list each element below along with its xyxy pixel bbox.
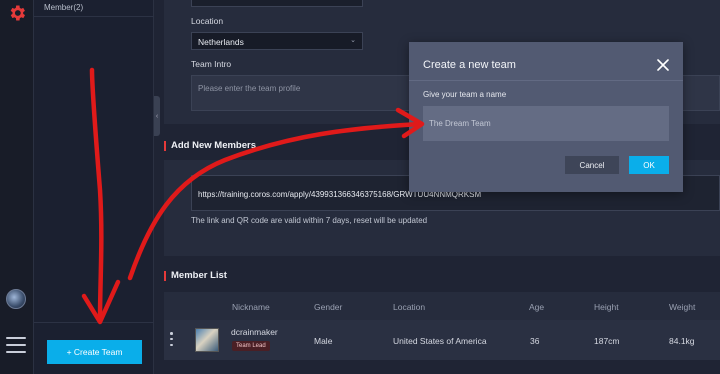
close-icon[interactable] xyxy=(657,59,669,71)
sidebar-collapse-handle[interactable]: ‹ xyxy=(154,96,160,136)
location-label: Location xyxy=(191,16,224,26)
team-lead-badge: Team Lead xyxy=(232,341,270,351)
column-header-height[interactable]: Height xyxy=(594,302,619,312)
team-name-label: Give your team a name xyxy=(423,90,507,99)
ok-button[interactable]: OK xyxy=(629,156,669,174)
create-team-button[interactable]: + Create Team xyxy=(47,340,142,364)
team-name-input[interactable] xyxy=(423,106,669,141)
team-sidebar: Member(2) + Create Team xyxy=(34,0,154,374)
column-header-location[interactable]: Location xyxy=(393,302,425,312)
member-list-title: Member List xyxy=(164,270,227,281)
column-header-nickname[interactable]: Nickname xyxy=(232,302,270,312)
member-table-header: Nickname Gender Location Age Height Weig… xyxy=(164,292,720,320)
cancel-button[interactable]: Cancel xyxy=(565,156,619,174)
column-header-age[interactable]: Age xyxy=(529,302,544,312)
create-team-modal: Create a new team Give your team a name … xyxy=(409,42,683,192)
location-select[interactable]: Netherlands ⌄ xyxy=(191,32,363,50)
member-location: United States of America xyxy=(393,336,487,346)
member-weight: 84.1kg xyxy=(669,336,695,346)
member-nickname: dcrainmaker xyxy=(231,327,278,337)
divider xyxy=(34,322,154,323)
invite-link-note: The link and QR code are valid within 7 … xyxy=(191,216,428,225)
member-age: 36 xyxy=(530,336,540,346)
column-header-gender[interactable]: Gender xyxy=(314,302,342,312)
divider xyxy=(409,80,683,81)
gear-icon[interactable] xyxy=(7,3,27,23)
team-name-field[interactable] xyxy=(191,0,363,7)
member-height: 187cm xyxy=(594,336,620,346)
kebab-menu-icon[interactable] xyxy=(170,332,174,346)
hamburger-menu-icon[interactable] xyxy=(6,337,26,353)
location-value: Netherlands xyxy=(198,37,244,47)
member-avatar xyxy=(195,328,219,352)
table-row[interactable]: dcrainmaker Team Lead Male United States… xyxy=(164,320,720,360)
user-avatar[interactable] xyxy=(6,289,26,309)
chevron-down-icon: ⌄ xyxy=(350,37,356,44)
add-members-title: Add New Members xyxy=(164,140,256,151)
divider xyxy=(34,16,154,17)
column-header-weight[interactable]: Weight xyxy=(669,302,695,312)
member-count: Member(2) xyxy=(44,3,84,12)
modal-title: Create a new team xyxy=(423,59,516,71)
member-gender: Male xyxy=(314,336,333,346)
team-intro-label: Team Intro xyxy=(191,59,232,69)
icon-rail xyxy=(0,0,34,374)
